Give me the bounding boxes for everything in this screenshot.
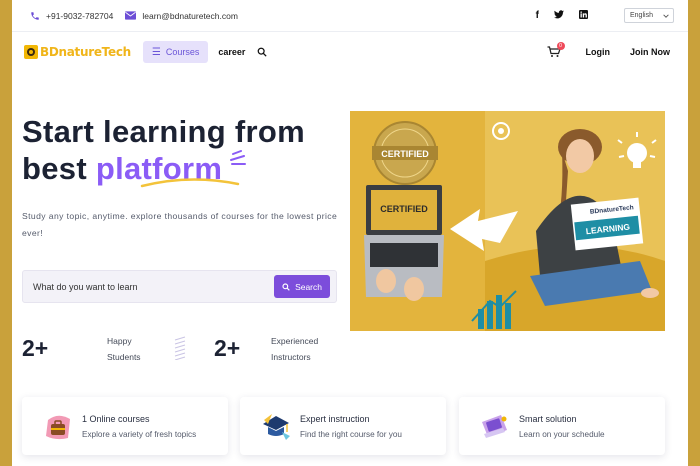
course-search-input[interactable]: [33, 281, 275, 292]
certified-badge-icon: CERTIFIED: [372, 121, 438, 185]
language-select[interactable]: English: [624, 8, 674, 23]
instructors-count: 2+: [214, 335, 241, 361]
instructors-label: Experienced Instructors: [271, 333, 318, 365]
hero-title-line1: Start learning from: [22, 114, 306, 149]
main-nav: BDnatureTech ☰ Courses career 0 Login Jo…: [12, 32, 688, 72]
title-underline-decoration: [140, 178, 240, 188]
badge-text: CERTIFIED: [381, 149, 429, 159]
online-courses-icon: [42, 410, 74, 442]
feature-text-expert-instruction: Expert instruction Find the right course…: [300, 414, 402, 439]
hero-image: CERTIFIED BDnatureTech LEARNING CERTIFIE…: [350, 111, 665, 331]
feature-desc: Find the right course for you: [300, 429, 402, 439]
language-value: English: [630, 12, 653, 19]
cart-count-badge: 0: [556, 42, 565, 50]
logo[interactable]: BDnatureTech: [24, 45, 131, 59]
search-icon: [282, 282, 290, 291]
feature-card-online-courses[interactable]: 1 Online courses Explore a variety of fr…: [22, 397, 228, 455]
social-links: f: [521, 9, 588, 22]
sparkle-decoration: [230, 150, 246, 165]
search-button[interactable]: Search: [274, 275, 330, 298]
expert-instruction-icon: [260, 410, 292, 442]
login-link[interactable]: Login: [586, 47, 611, 57]
email-text: learn@bdnaturetech.com: [142, 10, 238, 21]
students-count: 2+: [22, 335, 49, 361]
instructors-label-line2: Instructors: [271, 352, 311, 362]
stripes-decoration: [174, 336, 186, 360]
smart-solution-icon: [479, 410, 511, 442]
laptop-screen-text: CERTIFIED: [380, 204, 428, 214]
page: +91-9032-782704 learn@bdnaturetech.com f…: [12, 0, 688, 466]
logo-emblem-icon: [24, 45, 38, 59]
feature-title: Smart solution: [519, 413, 577, 424]
chevron-down-icon: [663, 13, 669, 18]
phone-icon: [31, 11, 39, 20]
learning-book-illustration: BDnatureTech LEARNING: [570, 197, 644, 251]
search-icon[interactable]: [257, 47, 267, 57]
students-label: Happy Students: [107, 333, 141, 365]
linkedin-icon[interactable]: [579, 9, 588, 22]
feature-text-online-courses: 1 Online courses Explore a variety of fr…: [82, 414, 196, 439]
search-button-label: Search: [295, 281, 322, 292]
feature-desc: Learn on your schedule: [519, 429, 605, 439]
career-link[interactable]: career: [218, 47, 245, 57]
top-bar: +91-9032-782704 learn@bdnaturetech.com f…: [12, 0, 688, 32]
feature-title: Expert instruction: [300, 413, 370, 424]
feature-title: 1 Online courses: [82, 413, 150, 424]
cart-button[interactable]: 0: [547, 42, 565, 58]
phone-contact[interactable]: +91-9032-782704: [30, 11, 113, 21]
laptop-illustration: CERTIFIED: [364, 185, 444, 301]
students-label-line2: Students: [107, 352, 141, 362]
feature-card-expert-instruction[interactable]: Expert instruction Find the right course…: [240, 397, 446, 455]
feature-card-smart-solution[interactable]: Smart solution Learn on your schedule: [459, 397, 665, 455]
feature-text-smart-solution: Smart solution Learn on your schedule: [519, 414, 605, 439]
mail-icon: [125, 11, 137, 20]
hero-title-prefix: best: [22, 151, 96, 186]
courses-label: Courses: [165, 47, 200, 57]
phone-text: +91-9032-782704: [46, 10, 114, 21]
join-now-link[interactable]: Join Now: [630, 47, 670, 57]
twitter-icon[interactable]: [554, 9, 564, 22]
facebook-icon[interactable]: f: [536, 10, 539, 21]
logo-text: BDnatureTech: [40, 45, 131, 59]
email-contact[interactable]: learn@bdnaturetech.com: [125, 11, 238, 21]
feature-desc: Explore a variety of fresh topics: [82, 429, 197, 439]
hero-subtitle: Study any topic, anytime. explore thousa…: [22, 211, 338, 238]
students-label-line1: Happy: [107, 336, 132, 346]
instructors-label-line1: Experienced: [271, 336, 319, 346]
menu-icon: ☰: [151, 46, 161, 58]
courses-menu-button[interactable]: ☰ Courses: [142, 41, 209, 63]
course-search-bar: Search: [22, 270, 337, 303]
